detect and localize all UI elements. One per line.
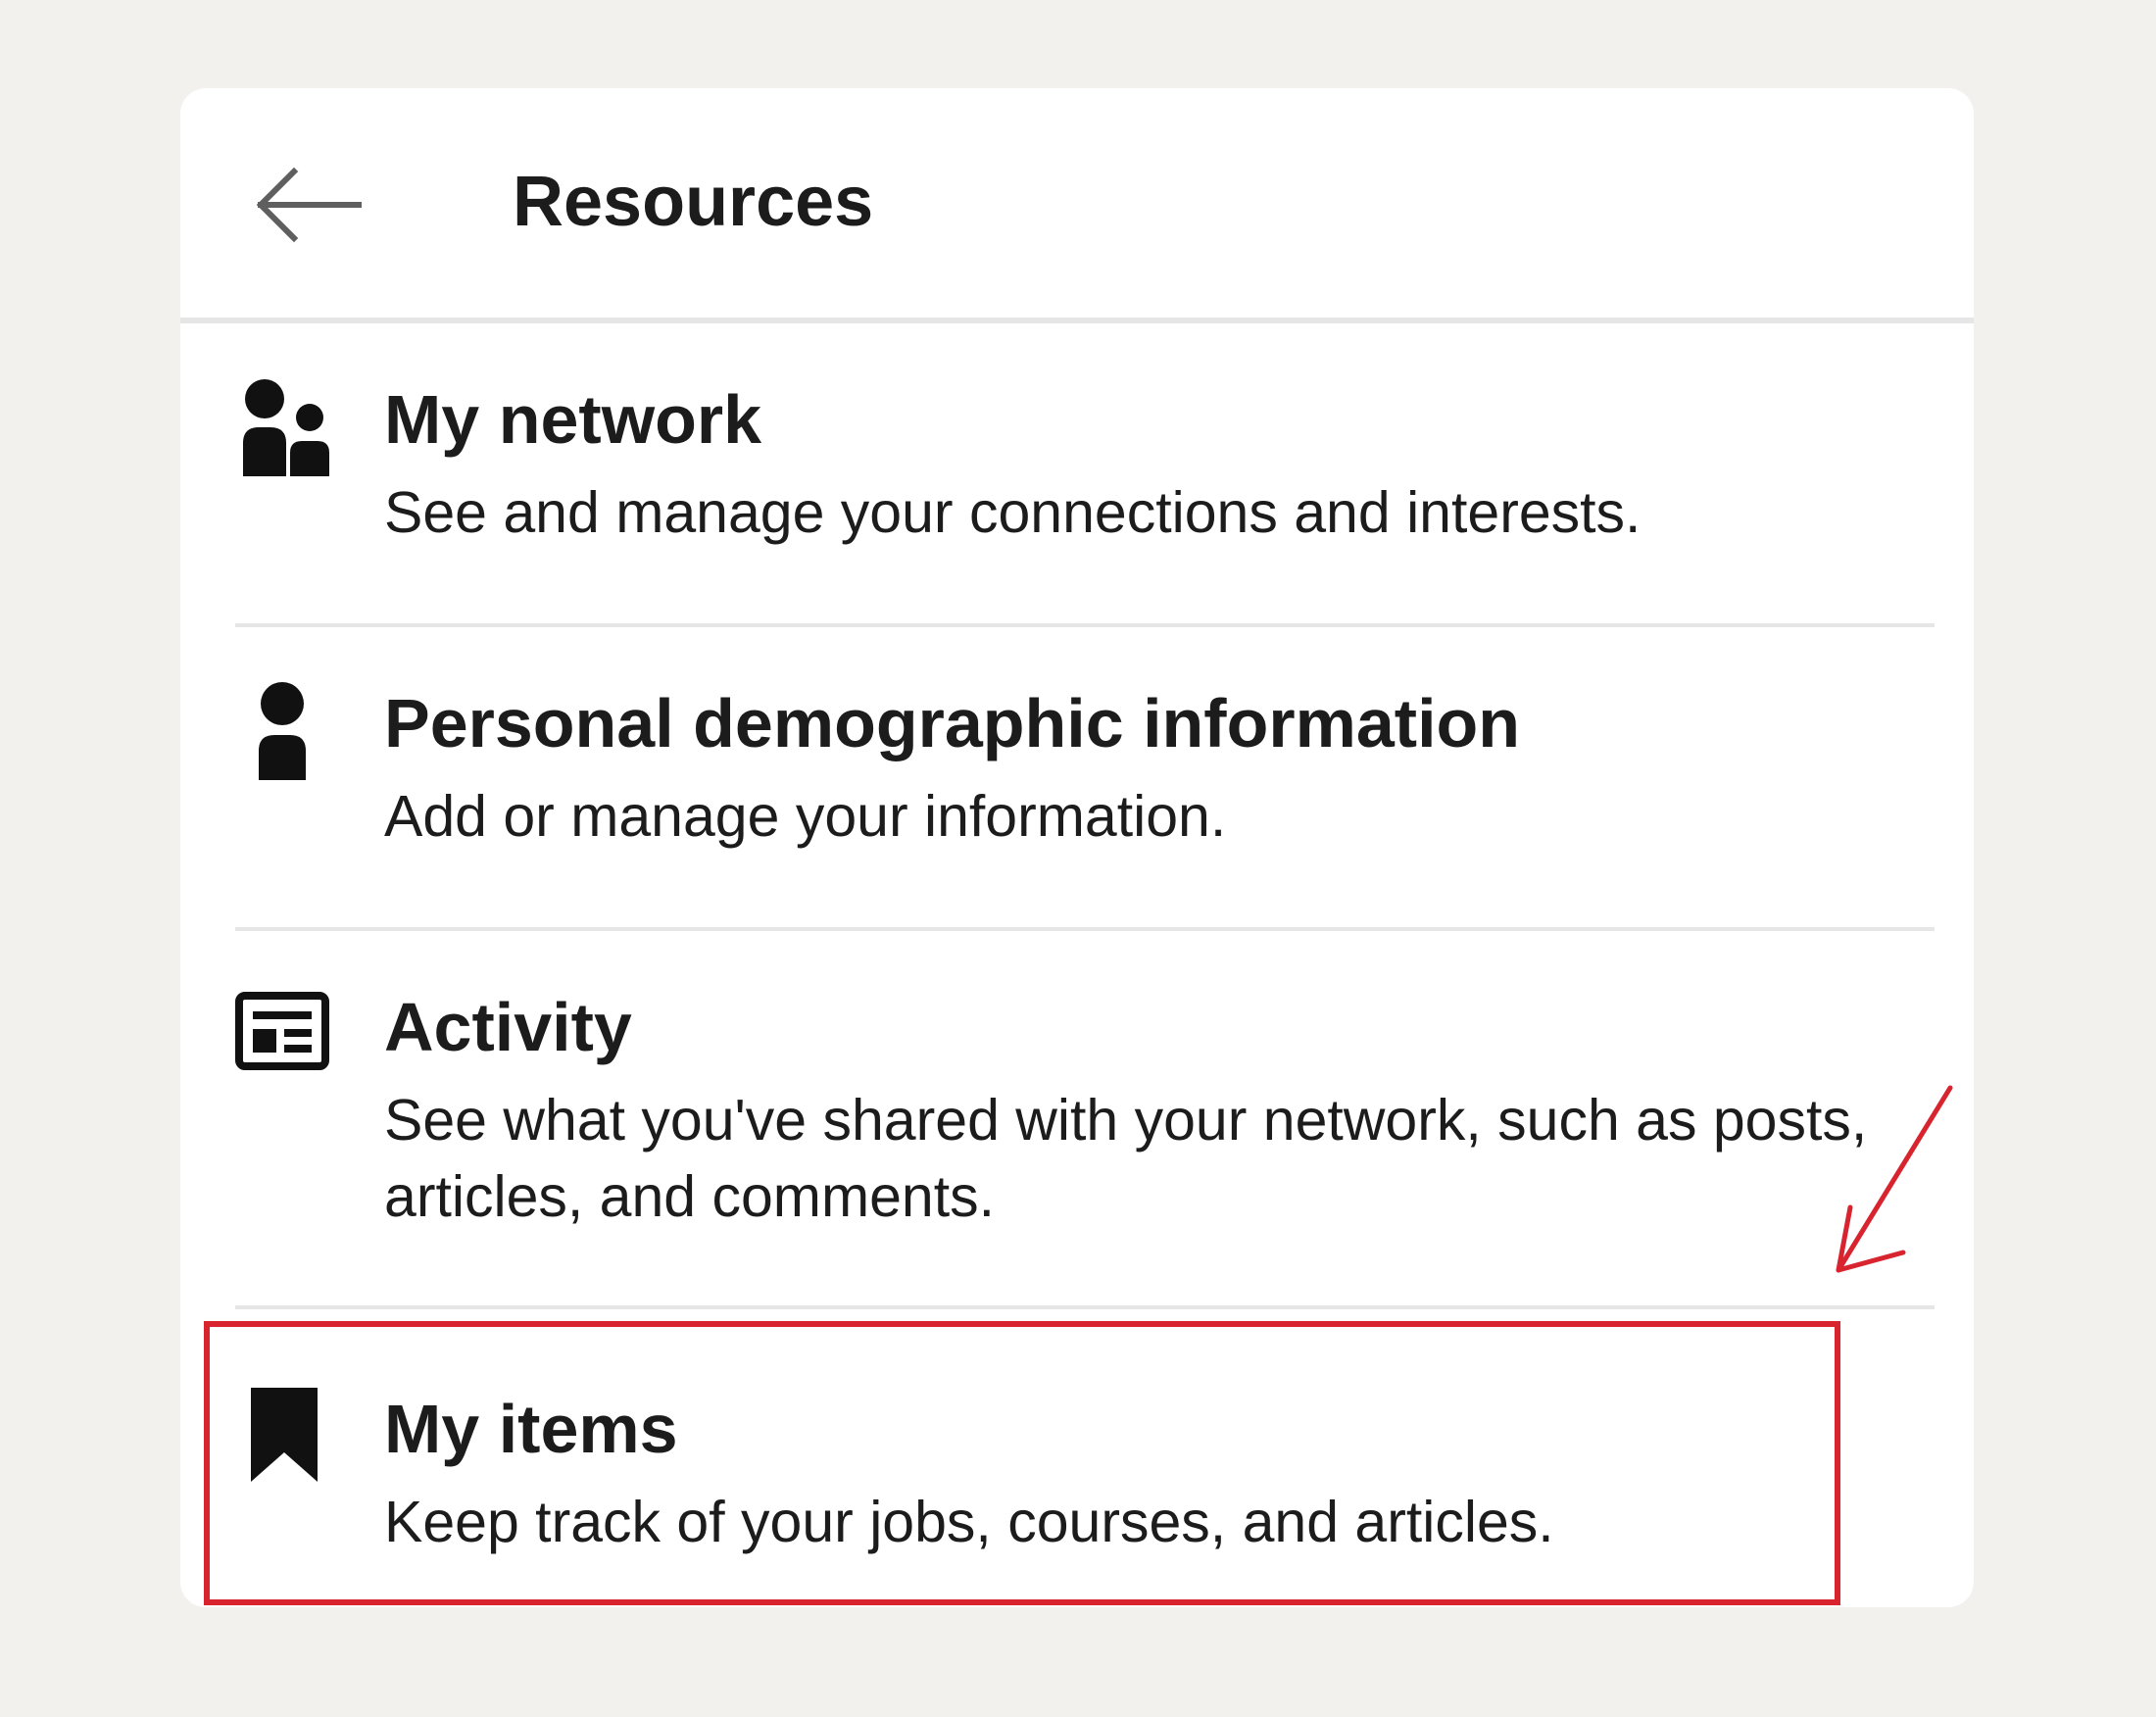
person-icon (235, 682, 333, 780)
page-title: Resources (513, 163, 874, 241)
menu-item-title: Personal demographic information (384, 685, 1521, 761)
menu-item-description: Add or manage your information. (384, 784, 1227, 849)
menu-item-demographic-information[interactable]: Personal demographic information Add or … (235, 676, 1935, 960)
divider (235, 927, 1935, 931)
menu-item-title: My network (384, 381, 762, 458)
menu-item-activity[interactable]: Activity See what you've shared with you… (235, 980, 1935, 1303)
activity-feed-icon (235, 990, 333, 1088)
menu-item-my-network[interactable]: My network See and manage your connectio… (235, 372, 1935, 657)
menu-item-description: Keep track of your jobs, courses, and ar… (384, 1490, 1554, 1554)
bookmark-icon (235, 1388, 333, 1486)
menu-item-title: Activity (384, 989, 632, 1065)
people-icon (235, 378, 333, 476)
menu-item-my-items[interactable]: My items Keep track of your jobs, course… (235, 1382, 1935, 1607)
menu-item-description: See what you've shared with your network… (384, 1088, 1868, 1229)
back-button[interactable] (251, 151, 368, 259)
arrow-left-icon (256, 167, 362, 243)
menu-item-title: My items (384, 1391, 678, 1467)
resources-panel: Resources My network See and manage your… (180, 88, 1974, 1607)
menu-item-description: See and manage your connections and inte… (384, 480, 1642, 545)
divider (235, 623, 1935, 627)
header-bar: Resources (180, 88, 1974, 323)
divider (235, 1305, 1935, 1309)
